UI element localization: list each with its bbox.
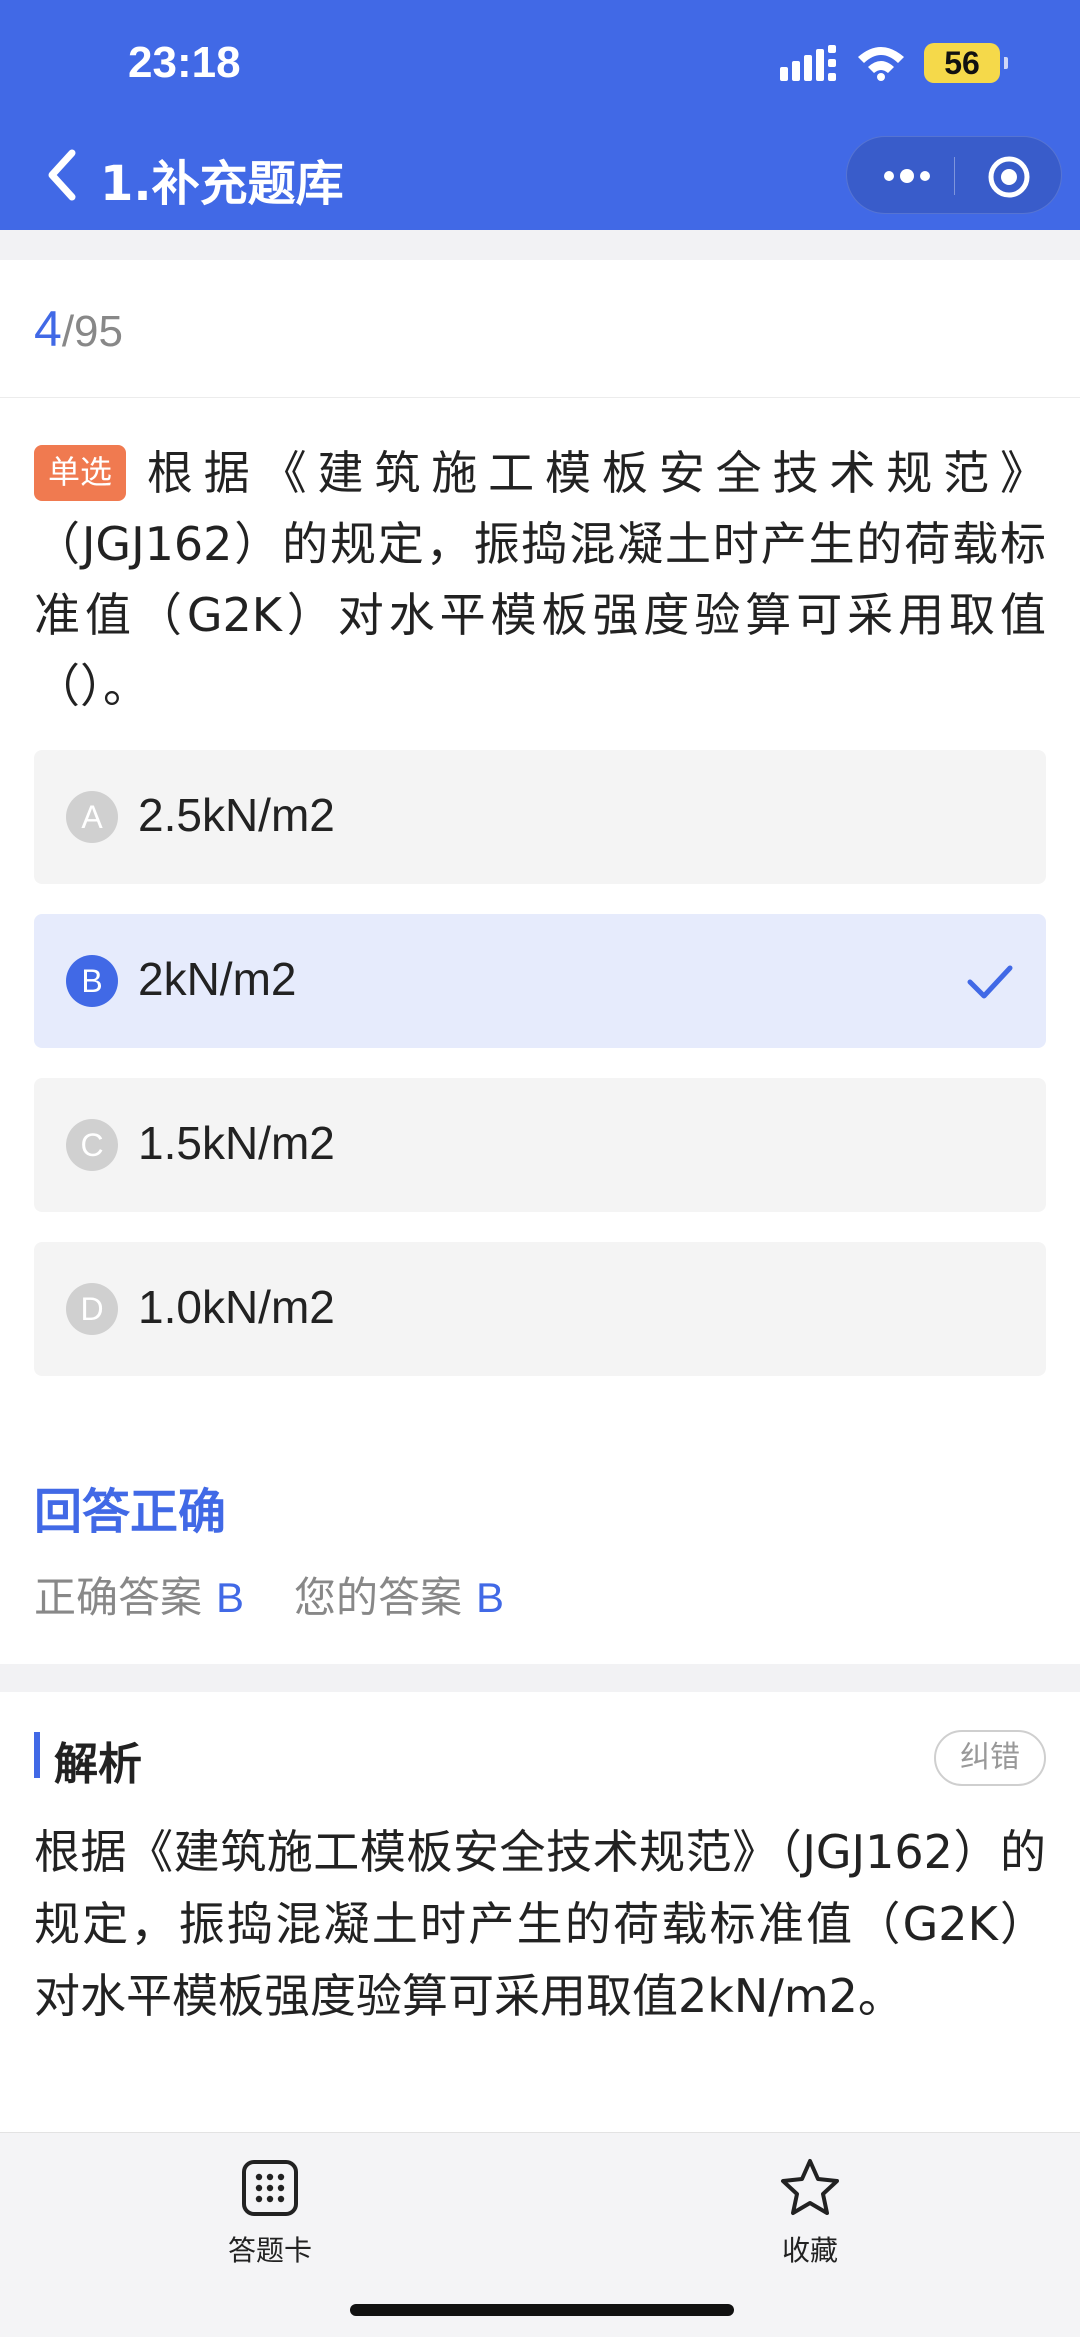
battery-tip (1004, 57, 1008, 69)
page-title: 1.补充题库 (100, 156, 344, 212)
answer-card-icon (242, 2160, 298, 2216)
wifi-icon (858, 47, 904, 81)
option-letter: D (66, 1283, 118, 1335)
correct-answer-value: B (216, 1574, 245, 1621)
analysis-accent-bar (34, 1732, 40, 1778)
option-letter: A (66, 791, 118, 843)
signal-icon (780, 45, 836, 81)
more-dots-icon[interactable] (879, 161, 935, 191)
header-bar: 23:18 56 1.补充题库 (0, 0, 1080, 230)
battery-level: 56 (944, 44, 980, 81)
option-text: 1.5kN/m2 (138, 1117, 335, 1169)
analysis-title: 解析 (54, 1739, 142, 1790)
battery-indicator: 56 (924, 43, 1008, 83)
option-c[interactable]: C 1.5kN/m2 (34, 1078, 1046, 1212)
close-target-icon[interactable] (987, 155, 1031, 199)
answer-summary: 正确答案 B 您的答案 B (34, 1564, 504, 1625)
option-d[interactable]: D 1.0kN/m2 (34, 1242, 1046, 1376)
answer-card-label: 答题卡 (227, 2234, 312, 2267)
analysis-text: 根据《建筑施工模板安全技术规范》（JGJ162）的规定，振捣混凝土时产生的荷载标… (34, 1825, 1046, 2023)
mini-program-capsule (846, 136, 1062, 214)
progress-total: /95 (61, 307, 123, 356)
star-icon (781, 2159, 839, 2215)
option-text: 2kN/m2 (138, 953, 297, 1005)
option-letter: B (66, 955, 118, 1007)
result-title: 回答正确 (34, 1484, 227, 1540)
question-stem: 单选 根据《建筑施工模板安全技术规范》（JGJ162）的规定，振捣混凝土时产生的荷… (34, 438, 1046, 722)
back-arrow-icon[interactable] (40, 145, 84, 205)
progress-panel: 4/95 (0, 260, 1080, 398)
home-indicator (350, 2304, 734, 2316)
analysis-panel: 解析 纠错 根据《建筑施工模板安全技术规范》（JGJ162）的规定，振捣混凝土时… (0, 1692, 1080, 2132)
question-panel: 单选 根据《建筑施工模板安全技术规范》（JGJ162）的规定，振捣混凝土时产生的荷… (0, 398, 1080, 1664)
status-time: 23:18 (128, 38, 241, 87)
status-icons: 56 (780, 40, 1008, 86)
report-error-button[interactable]: 纠错 (934, 1730, 1046, 1786)
progress-current: 4 (34, 301, 62, 357)
check-icon (967, 965, 1013, 999)
favorite-label: 收藏 (781, 2234, 838, 2267)
option-a[interactable]: A 2.5kN/m2 (34, 750, 1046, 884)
question-text: 根据《建筑施工模板安全技术规范》（JGJ162）的规定，振捣混凝土时产生的荷载标… (34, 446, 1046, 713)
question-type-tag: 单选 (34, 445, 127, 501)
question-progress: 4/95 (34, 300, 123, 358)
capsule-divider (954, 157, 955, 195)
correct-answer-label: 正确答案 (34, 1573, 203, 1622)
option-text: 1.0kN/m2 (138, 1281, 335, 1333)
favorite-tab[interactable]: 收藏 (730, 2157, 890, 2269)
your-answer-label: 您的答案 (294, 1573, 463, 1622)
answer-card-tab[interactable]: 答题卡 (190, 2157, 350, 2269)
option-b[interactable]: B 2kN/m2 (34, 914, 1046, 1048)
option-text: 2.5kN/m2 (138, 789, 335, 841)
option-letter: C (66, 1119, 118, 1171)
your-answer-value: B (476, 1574, 505, 1621)
